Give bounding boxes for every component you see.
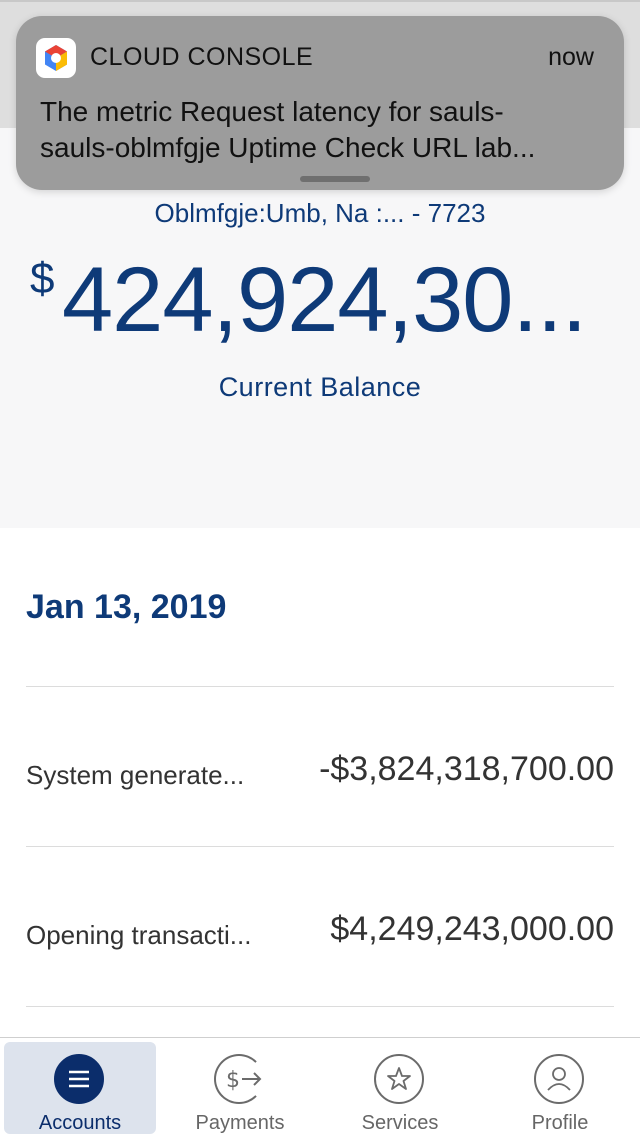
transaction-description: Opening transacti... [26,920,252,950]
divider [26,846,614,847]
transaction-amount: -$3,824,318,700.00 [319,750,614,788]
tab-payments[interactable]: $ Payments [164,1042,316,1134]
notification-time: now [548,43,594,71]
notification-app-name: CLOUD CONSOLE [90,43,314,71]
tab-payments-label: Payments [195,1112,285,1134]
tab-bar: Accounts $ Payments Services Profile [0,1037,640,1137]
current-balance-label: Current Balance [218,372,422,402]
divider [26,1006,614,1007]
profile-icon [534,1054,584,1104]
notification-body: The metric Request latency for sauls- sa… [40,94,600,166]
transaction-amount: $4,249,243,000.00 [330,910,614,948]
tab-accounts-label: Accounts [38,1112,122,1134]
menu-icon [54,1054,104,1104]
payments-icon: $ [214,1054,264,1104]
transaction-description: System generate... [26,760,245,790]
star-icon [374,1054,424,1104]
cloud-console-logo-icon [36,38,76,78]
push-notification[interactable]: CLOUD CONSOLE now The metric Request lat… [16,16,624,190]
notification-line-1: The metric Request latency for sauls- [40,96,504,127]
tab-profile-label: Profile [531,1112,589,1134]
tab-accounts[interactable]: Accounts [4,1042,156,1134]
transaction-date-heading: Jan 13, 2019 [26,588,227,626]
svg-text:$: $ [226,1068,240,1093]
current-balance-amount: 424,924,30... [62,249,587,351]
transaction-row[interactable]: Opening transacti... $4,249,243,000.00 [26,906,614,966]
notification-line-2: sauls-oblmfgje Uptime Check URL lab... [40,132,536,163]
currency-symbol: $ [30,254,55,303]
divider [26,686,614,687]
transaction-row[interactable]: System generate... -$3,824,318,700.00 [26,746,614,806]
tab-services-label: Services [361,1112,439,1134]
tab-profile[interactable]: Profile [484,1042,636,1134]
tab-services[interactable]: Services [324,1042,476,1134]
account-name: Oblmfgje:Umb, Na :... - 7723 [154,198,486,228]
notification-grabber[interactable] [300,176,370,182]
